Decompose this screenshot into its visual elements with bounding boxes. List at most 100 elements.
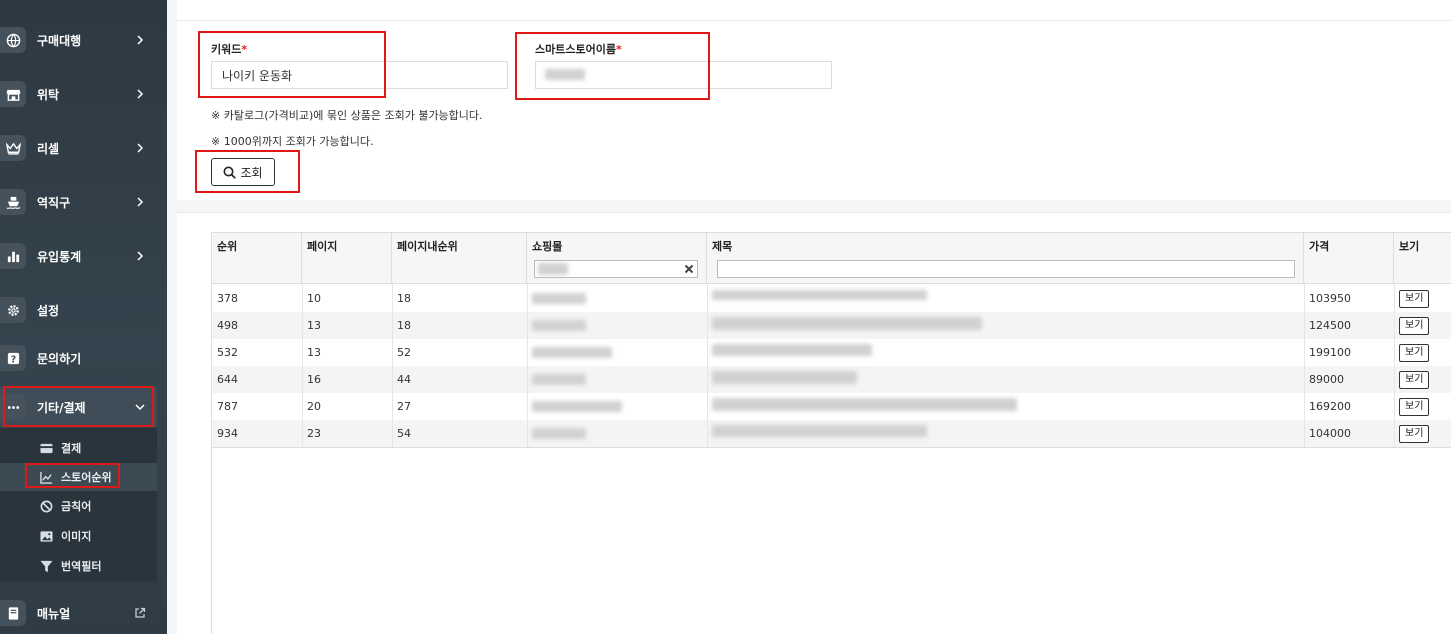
submenu-label: 결제: [61, 442, 82, 455]
store-icon: [0, 81, 26, 107]
svg-text:?: ?: [10, 354, 15, 365]
page-rank-cell: 44: [397, 373, 411, 386]
nav-item-resell[interactable]: 리셀: [0, 128, 157, 168]
credit-card-icon: [40, 443, 53, 453]
page-cell: 10: [307, 292, 321, 305]
redacted-shop: [532, 428, 586, 439]
price-cell: 169200: [1309, 400, 1351, 413]
column-header[interactable]: 가격: [1304, 232, 1394, 284]
image-icon: [40, 530, 53, 542]
rank-cell: 378: [217, 292, 238, 305]
gear-icon: [0, 297, 26, 323]
table-row[interactable]: 934 23 54 104000 보기: [212, 420, 1451, 447]
price-cell: 104000: [1309, 427, 1351, 440]
crown-icon: [0, 135, 26, 161]
highlight-box: [3, 386, 154, 427]
submenu-label: 금칙어: [61, 500, 92, 513]
page-cell: 13: [307, 319, 321, 332]
page-cell: 23: [307, 427, 321, 440]
redacted-shop: [532, 320, 586, 331]
submenu-item-banned-words[interactable]: 금칙어: [0, 492, 157, 520]
redacted-title: [712, 344, 872, 356]
ban-icon: [40, 500, 53, 512]
results-table: 순위 페이지 페이지내순위 쇼핑몰 제목 가격 보기 378 10 18 103…: [211, 232, 1451, 634]
clear-icon[interactable]: [684, 264, 694, 274]
nav-label: 문의하기: [37, 351, 82, 366]
chevron-right-icon: [137, 197, 144, 207]
redacted-shop: [532, 401, 622, 412]
column-header[interactable]: 순위: [212, 232, 302, 284]
chevron-right-icon: [137, 251, 144, 261]
rank-cell: 934: [217, 427, 238, 440]
nav-label: 리셀: [37, 141, 60, 156]
nav-label: 구매대행: [37, 33, 82, 48]
nav-item-reverse-direct[interactable]: 역직구: [0, 182, 157, 222]
submenu-item-translation-filter[interactable]: 번역필터: [0, 552, 157, 580]
redacted-shop: [532, 374, 586, 385]
price-cell: 199100: [1309, 346, 1351, 359]
column-header[interactable]: 페이지: [302, 232, 392, 284]
submenu: 결제 스토어순위 금칙어 이미지 번역필터: [0, 428, 157, 581]
filter-icon: [40, 560, 53, 572]
nav-item-settings[interactable]: 설정: [0, 290, 157, 330]
notice-limit: ※ 1000위까지 조회가 가능합니다.: [211, 135, 374, 148]
highlight-box: [198, 31, 386, 98]
chevron-right-icon: [137, 89, 144, 99]
table-row[interactable]: 787 20 27 169200 보기: [212, 393, 1451, 420]
redacted-title: [712, 317, 982, 330]
external-link-icon: [135, 607, 146, 618]
submenu-label: 이미지: [61, 530, 92, 543]
divider: [177, 20, 1451, 21]
page-cell: 13: [307, 346, 321, 359]
highlight-box: [515, 32, 710, 100]
nav-item-inquiry[interactable]: ? 문의하기: [0, 338, 157, 378]
view-button[interactable]: 보기: [1399, 343, 1430, 362]
view-button[interactable]: 보기: [1399, 424, 1430, 443]
shop-filter-input[interactable]: [534, 260, 698, 278]
nav-label: 역직구: [37, 195, 71, 210]
redacted-title: [712, 371, 857, 384]
page-rank-cell: 18: [397, 319, 411, 332]
nav-label: 설정: [37, 303, 60, 318]
redacted-shop: [532, 347, 612, 358]
column-divider: [527, 284, 528, 447]
sidebar: 구매대행 위탁 리셀 역직구 유입통계 설정 ? 문의하기 기타/결제 결제 스…: [0, 0, 167, 634]
view-button[interactable]: 보기: [1399, 316, 1430, 335]
submenu-item-image[interactable]: 이미지: [0, 522, 157, 550]
nav-label: 매뉴얼: [37, 606, 71, 621]
view-button[interactable]: 보기: [1399, 289, 1430, 308]
search-panel: [177, 0, 1451, 200]
redacted-title: [712, 398, 1017, 411]
nav-label: 위탁: [37, 87, 60, 102]
nav-item-purchase-agent[interactable]: 구매대행: [0, 20, 157, 60]
title-filter-input[interactable]: [717, 260, 1295, 278]
page-rank-cell: 18: [397, 292, 411, 305]
book-icon: [0, 600, 26, 626]
bar-chart-icon: [0, 243, 26, 269]
notice-catalog: ※ 카탈로그(가격비교)에 묶인 상품은 조회가 불가능합니다.: [211, 109, 483, 122]
table-row[interactable]: 378 10 18 103950 보기: [212, 285, 1451, 312]
column-header[interactable]: 페이지내순위: [392, 232, 527, 284]
column-header[interactable]: 제목: [707, 232, 1304, 284]
table-row[interactable]: 532 13 52 199100 보기: [212, 339, 1451, 366]
column-header[interactable]: 쇼핑몰: [527, 232, 707, 284]
redacted-title: [712, 290, 927, 300]
redacted-shop: [532, 293, 586, 304]
nav-item-inflow-stats[interactable]: 유입통계: [0, 236, 157, 276]
column-divider: [707, 284, 708, 447]
table-row[interactable]: 644 16 44 89000 보기: [212, 366, 1451, 393]
price-cell: 103950: [1309, 292, 1351, 305]
table-row[interactable]: 498 13 18 124500 보기: [212, 312, 1451, 339]
column-divider: [302, 284, 303, 447]
page-rank-cell: 54: [397, 427, 411, 440]
nav-label: 유입통계: [37, 249, 82, 264]
nav-item-manual[interactable]: 매뉴얼: [0, 593, 157, 633]
view-button[interactable]: 보기: [1399, 370, 1430, 389]
view-button[interactable]: 보기: [1399, 397, 1430, 416]
rank-cell: 498: [217, 319, 238, 332]
highlight-box: [195, 150, 300, 193]
submenu-item-payment[interactable]: 결제: [0, 434, 157, 462]
nav-item-consignment[interactable]: 위탁: [0, 74, 157, 114]
rank-cell: 532: [217, 346, 238, 359]
column-header[interactable]: 보기: [1394, 232, 1451, 284]
